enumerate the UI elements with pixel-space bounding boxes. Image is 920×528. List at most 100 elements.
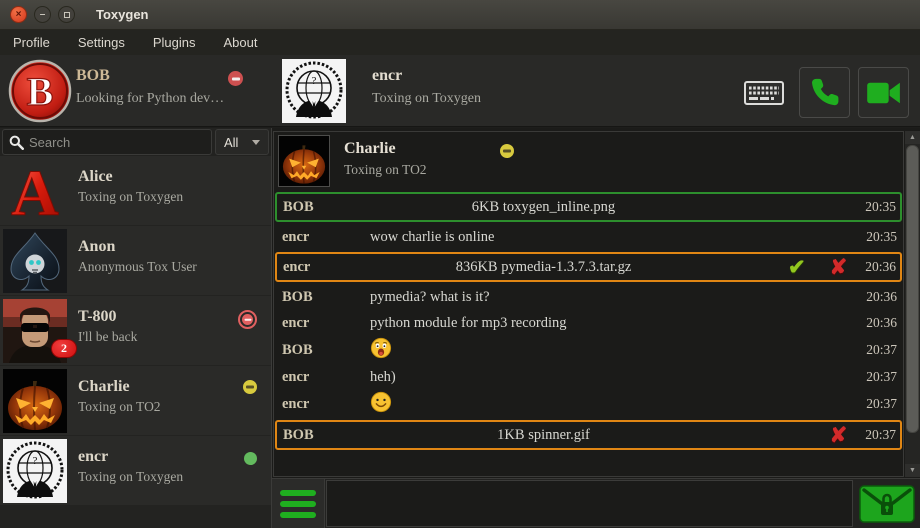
chat-peer-avatar xyxy=(278,135,330,187)
send-message-button[interactable] xyxy=(854,479,920,528)
message-sender: BOB xyxy=(283,199,369,216)
message-row: BOB xyxy=(274,336,903,364)
message-row: encr 20:37 xyxy=(274,390,903,418)
contact-status-message: I'll be back xyxy=(78,329,137,345)
message-scrollbar: ▲ ▼ xyxy=(905,131,920,477)
encr-avatar xyxy=(3,439,67,503)
charlie-avatar xyxy=(3,369,67,433)
chat-peer-info: Charlie Toxing on TO2 xyxy=(274,132,903,190)
audio-call-button[interactable] xyxy=(799,67,850,118)
menu-about[interactable]: About xyxy=(223,35,257,50)
message-text: heh) xyxy=(370,369,866,386)
contact-filter-dropdown[interactable]: All xyxy=(215,129,269,155)
message-text: wow charlie is online xyxy=(370,229,866,246)
contact-away-status-icon xyxy=(243,380,257,394)
message-time: 20:36 xyxy=(866,315,897,331)
window-close-button[interactable]: × xyxy=(10,6,27,23)
encrypted-send-icon xyxy=(858,484,916,524)
chat-menu-button[interactable] xyxy=(272,479,325,528)
svg-text:A: A xyxy=(11,159,59,223)
window-maximize-button[interactable] xyxy=(58,6,75,23)
file-name: 6KB toxygen_inline.png xyxy=(367,199,720,216)
video-call-button[interactable] xyxy=(858,67,909,118)
message-input-bar xyxy=(272,478,920,528)
menu-profile[interactable]: Profile xyxy=(13,35,50,50)
contact-row-charlie[interactable]: Charlie Toxing on TO2 xyxy=(0,366,271,436)
self-busy-status-icon xyxy=(228,71,243,86)
chat-peer-name: Charlie xyxy=(344,140,396,158)
contact-sidebar: All A Alice Toxing on Toxygen xyxy=(0,128,271,528)
self-avatar[interactable]: B xyxy=(8,59,72,123)
menu-plugins[interactable]: Plugins xyxy=(153,35,196,50)
contact-row-alice[interactable]: A Alice Toxing on Toxygen xyxy=(0,156,271,226)
contact-status-message: Toxing on Toxygen xyxy=(78,189,183,205)
message-sender: encr xyxy=(282,369,370,386)
active-contact-name: encr xyxy=(372,67,402,85)
message-row: encr heh) 20:37 xyxy=(274,364,903,390)
toxygen-window: ? × – Toxygen Profile Settings xyxy=(0,0,920,528)
smiling-face-emoji xyxy=(370,391,392,413)
chat-peer-away-status-icon xyxy=(500,144,514,158)
message-time: 20:37 xyxy=(866,369,897,385)
message-sender: encr xyxy=(282,315,370,332)
decline-file-button[interactable]: ✘ xyxy=(830,257,848,278)
active-contact-avatar xyxy=(282,59,346,123)
file-transfer-row: BOB 6KB toxygen_inline.png 20:35 xyxy=(275,192,902,222)
svg-text:B: B xyxy=(27,69,54,114)
menubar: Profile Settings Plugins About xyxy=(0,30,920,55)
message-time: 20:37 xyxy=(866,342,897,358)
virtual-keyboard-icon[interactable] xyxy=(744,81,784,105)
menu-settings[interactable]: Settings xyxy=(78,35,125,50)
message-time: 20:35 xyxy=(866,229,897,245)
window-title: Toxygen xyxy=(96,7,149,22)
contact-status-message: Toxing on TO2 xyxy=(78,399,161,415)
message-sender: BOB xyxy=(282,289,370,306)
unread-count-badge: 2 xyxy=(51,339,77,358)
shocked-face-emoji xyxy=(370,337,392,359)
self-name[interactable]: BOB xyxy=(76,67,110,85)
cancel-file-button[interactable]: ✘ xyxy=(830,425,848,446)
search-icon xyxy=(9,135,24,150)
contact-row-anon[interactable]: Anon Anonymous Tox User xyxy=(0,226,271,296)
contact-name: Charlie xyxy=(78,378,130,396)
message-row: encr python module for mp3 recording 20:… xyxy=(274,310,903,336)
chat-peer-status-message: Toxing on TO2 xyxy=(344,162,427,178)
contact-name: Anon xyxy=(78,238,115,256)
scrollbar-thumb[interactable] xyxy=(906,145,919,433)
message-text: python module for mp3 recording xyxy=(370,315,866,332)
self-status-message[interactable]: Looking for Python dev… xyxy=(76,91,224,107)
contact-name: T-800 xyxy=(78,308,117,326)
alice-avatar: A xyxy=(3,159,67,223)
message-input[interactable] xyxy=(326,480,853,527)
message-list: Charlie Toxing on TO2 BOB 6KB toxygen_in… xyxy=(273,131,904,477)
file-transfer-row: encr 836KB pymedia-1.3.7.3.tar.gz ✔ ✘ 20… xyxy=(275,252,902,282)
message-sender: encr xyxy=(282,396,370,413)
message-time: 20:37 xyxy=(866,396,897,412)
hamburger-menu-icon xyxy=(280,490,316,496)
scroll-up-arrow[interactable]: ▲ xyxy=(905,131,920,144)
search-box xyxy=(2,129,212,155)
file-name: 1KB spinner.gif xyxy=(367,427,720,444)
window-minimize-button[interactable]: – xyxy=(34,6,51,23)
message-text: pymedia? what is it? xyxy=(370,289,866,306)
scroll-down-arrow[interactable]: ▼ xyxy=(905,464,920,477)
message-sender: BOB xyxy=(282,342,370,359)
accept-file-button[interactable]: ✔ xyxy=(788,257,806,278)
message-time: 20:36 xyxy=(866,289,897,305)
message-sender: BOB xyxy=(283,427,369,444)
header: B BOB Looking for Python dev… encr Toxin… xyxy=(0,55,920,127)
video-camera-icon xyxy=(866,79,902,107)
message-sender: encr xyxy=(282,229,370,246)
titlebar: × – Toxygen xyxy=(0,0,920,30)
contact-status-message: Toxing on Toxygen xyxy=(78,469,183,485)
contact-row-t800[interactable]: T-800 I'll be back 2 xyxy=(0,296,271,366)
contact-row-encr[interactable]: encr Toxing on Toxygen xyxy=(0,436,271,506)
message-time: 20:35 xyxy=(865,199,896,215)
file-name: 836KB pymedia-1.3.7.3.tar.gz xyxy=(367,259,720,276)
phone-icon xyxy=(808,76,842,110)
search-input[interactable] xyxy=(29,135,205,150)
contact-name: Alice xyxy=(78,168,113,186)
message-time: 20:36 xyxy=(865,259,896,275)
contact-online-status-icon xyxy=(244,452,257,465)
active-contact-status-message: Toxing on Toxygen xyxy=(372,91,481,107)
